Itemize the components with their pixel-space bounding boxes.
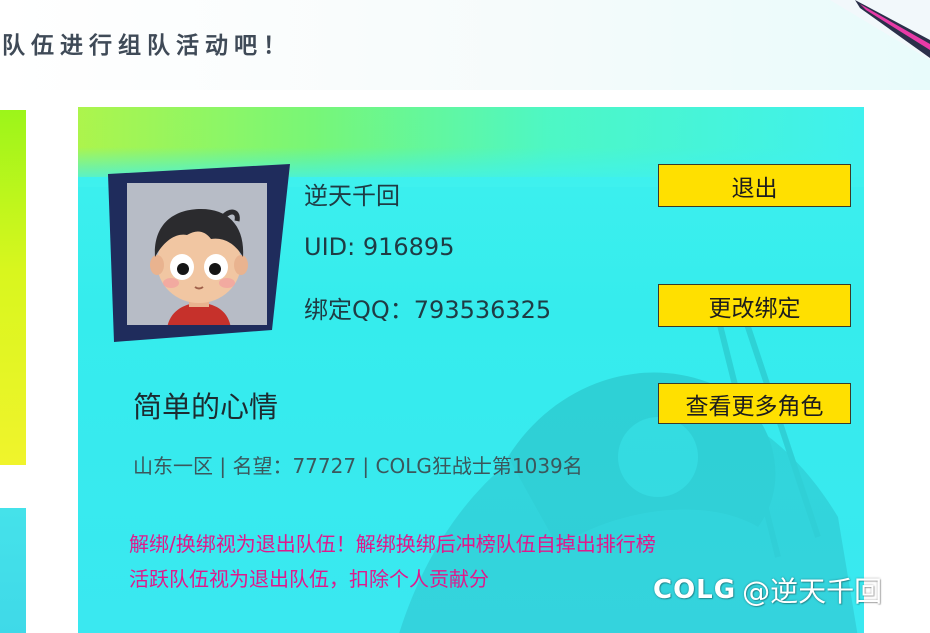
bound-qq: 绑定QQ：793536325: [304, 296, 552, 324]
notice-line: 活跃队伍视为退出队伍，扣除个人贡献分: [129, 567, 489, 591]
change-binding-button[interactable]: 更改绑定: [658, 284, 851, 327]
user-uid: UID: 916895: [304, 233, 455, 261]
colg-logo: COLG: [653, 575, 737, 605]
view-more-characters-button[interactable]: 查看更多角色: [658, 383, 851, 424]
top-banner: 队伍进行组队活动吧！: [0, 0, 930, 90]
notice-line: 解绑/换绑视为退出队伍！解绑换绑后冲榜队伍自掉出排行榜: [129, 532, 656, 556]
character-name: 简单的心情: [133, 390, 279, 424]
watermark-user: @逆天千回: [742, 575, 883, 608]
character-stats: 山东一区 | 名望：77727 | COLG狂战士第1039名: [133, 454, 583, 478]
user-nickname: 逆天千回: [304, 182, 400, 210]
watermark: COLG @逆天千回: [653, 570, 882, 610]
left-decoration-bottom: [0, 508, 26, 633]
left-decoration-top: [0, 110, 26, 465]
corner-decoration: [830, 0, 930, 60]
logout-button[interactable]: 退出: [658, 164, 851, 207]
avatar: [125, 181, 269, 327]
cartoon-boy-avatar-icon: [127, 183, 267, 325]
banner-text: 队伍进行组队活动吧！: [2, 33, 292, 59]
